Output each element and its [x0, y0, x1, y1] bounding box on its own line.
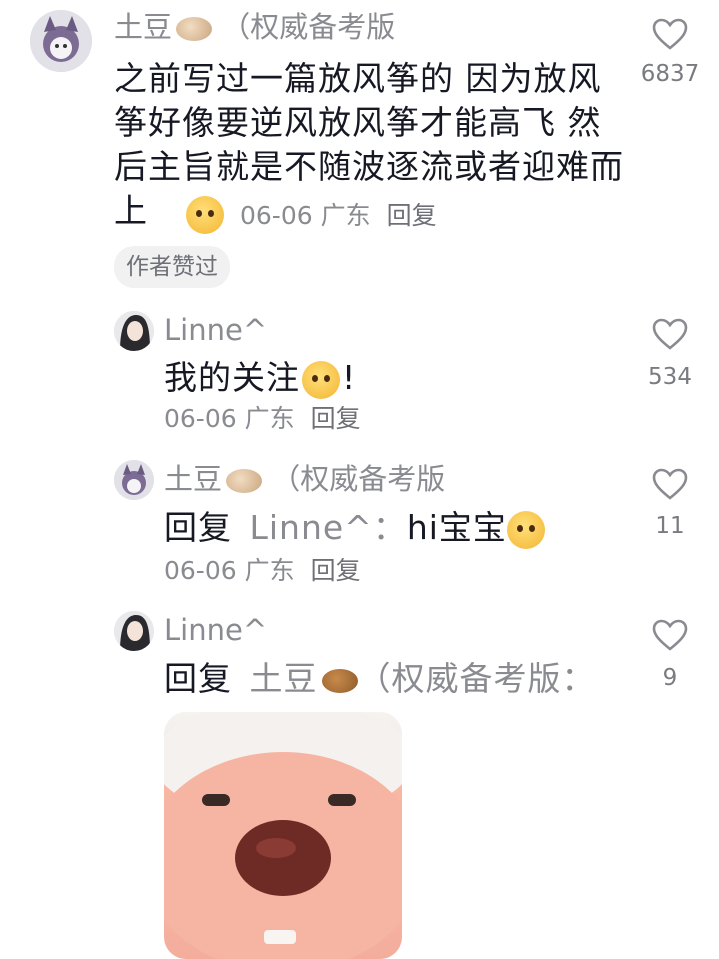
- comment-meta: 06-06 广东 回复: [240, 199, 437, 233]
- reply-button[interactable]: 回复: [311, 556, 361, 585]
- avatar-portrait-icon: [114, 311, 154, 351]
- comment-author[interactable]: 土豆 （权威备考版: [114, 9, 395, 45]
- avatar[interactable]: [114, 311, 154, 351]
- reply-button[interactable]: 回复: [387, 201, 437, 230]
- avatar-kuromi-icon: [114, 460, 154, 500]
- reply-button[interactable]: 回复: [311, 404, 361, 433]
- comment-text-body: 我的关注: [164, 358, 300, 397]
- avatar[interactable]: [30, 10, 92, 72]
- comment-date: 06-06: [164, 404, 237, 433]
- reply-target[interactable]: Linne^：: [250, 508, 407, 547]
- comment-text: 回复 Linne^：hi宝宝: [164, 506, 545, 550]
- reply-target-badge: （权威备考版：: [357, 659, 596, 698]
- comment-date: 06-06: [240, 201, 313, 230]
- heart-outline-icon[interactable]: [652, 318, 688, 350]
- avatar-kuromi-icon: [30, 10, 92, 72]
- heart-outline-icon[interactable]: [652, 468, 688, 500]
- author-liked-tag: 作者赞过: [114, 246, 230, 288]
- comment-text: 回复 土豆 （权威备考版：: [164, 657, 596, 701]
- comment-date: 06-06: [164, 556, 237, 585]
- avatar[interactable]: [114, 460, 154, 500]
- comment-location: 广东: [320, 201, 371, 230]
- reply-target[interactable]: 土豆 （权威备考版：: [250, 659, 596, 698]
- cute-face-emoji-icon: [302, 360, 340, 399]
- like-count: 6837: [640, 61, 700, 87]
- comment-author[interactable]: Linne^: [164, 312, 267, 348]
- comment-author[interactable]: 土豆 （权威备考版: [164, 461, 445, 497]
- comment-location: 广东: [244, 556, 295, 585]
- cute-face-emoji-icon: [506, 510, 545, 549]
- comment-text-body: hi宝宝: [406, 508, 507, 547]
- comment-location: 广东: [244, 404, 295, 433]
- potato-emoji-icon: [176, 17, 213, 41]
- like-count: 11: [655, 513, 685, 539]
- comment-text: 我的关注!: [164, 356, 356, 400]
- avatar[interactable]: [114, 611, 154, 651]
- comment-meta: 06-06 广东 回复: [164, 402, 361, 436]
- author-name[interactable]: 土豆: [114, 10, 172, 44]
- author-badge: （权威备考版: [271, 462, 446, 496]
- avatar-portrait-icon: [114, 611, 154, 651]
- heart-outline-icon[interactable]: [652, 18, 688, 50]
- potato-emoji-icon: [321, 668, 358, 693]
- like-count: 9: [662, 665, 678, 691]
- comment-author[interactable]: Linne^: [164, 612, 267, 648]
- heart-outline-icon[interactable]: [652, 619, 688, 651]
- reply-prefix: 回复: [164, 659, 232, 698]
- author-name[interactable]: 土豆: [164, 462, 222, 496]
- author-badge: （权威备考版: [221, 10, 396, 44]
- comment-text-suffix: !: [342, 358, 357, 397]
- reply-prefix: 回复: [164, 508, 232, 547]
- reply-target-name[interactable]: 土豆: [250, 659, 318, 698]
- like-count: 534: [648, 364, 692, 390]
- pink-bear-sticker-icon: [164, 712, 402, 959]
- cute-face-emoji-icon: [186, 196, 224, 234]
- potato-emoji-icon: [226, 469, 263, 493]
- sticker-image[interactable]: [164, 712, 402, 959]
- comment-meta: 06-06 广东 回复: [164, 554, 361, 588]
